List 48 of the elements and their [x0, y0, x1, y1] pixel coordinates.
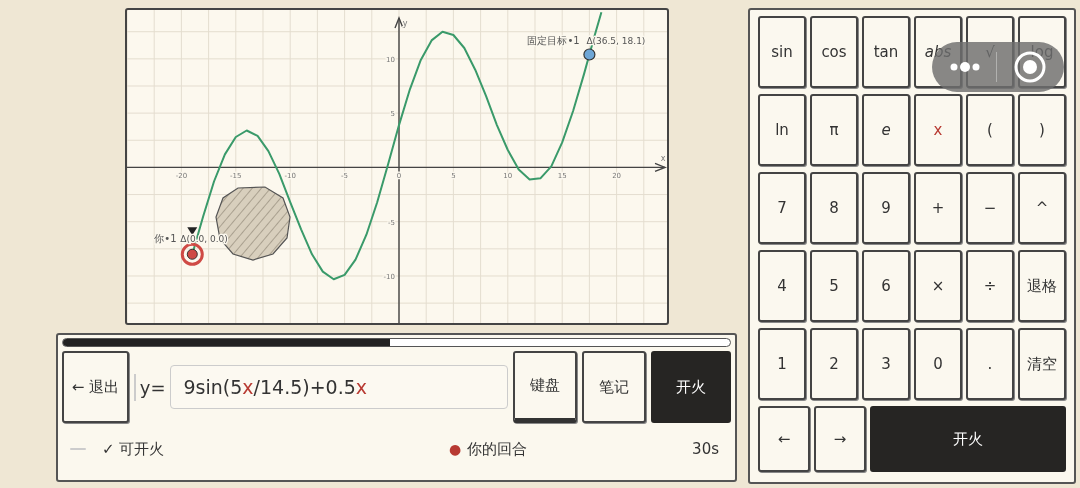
keyboard-key[interactable]: 8	[810, 172, 858, 244]
ready-status: ✓ 可开火	[102, 438, 165, 460]
keyboard-key[interactable]: 0	[914, 328, 962, 400]
tool-tab[interactable]: 键盘	[513, 351, 578, 423]
keyboard-key[interactable]: ×	[914, 250, 962, 322]
keyboard-key[interactable]: +	[914, 172, 962, 244]
keyboard-key[interactable]: π	[810, 94, 858, 166]
keyboard-key[interactable]: ln	[758, 94, 806, 166]
keyboard-key[interactable]: sin	[758, 16, 806, 88]
dash-icon	[70, 447, 86, 451]
target-marker	[582, 48, 595, 61]
axis-label: x	[660, 154, 665, 164]
keyboard-key[interactable]: 清空	[1018, 328, 1066, 400]
keyboard-key[interactable]: tan	[862, 16, 910, 88]
keyboard-key[interactable]: (	[966, 94, 1014, 166]
keyboard-key[interactable]: 4	[758, 250, 806, 322]
keyboard-key[interactable]: −	[966, 172, 1014, 244]
keyboard-key[interactable]: ÷	[966, 250, 1014, 322]
keyboard-key[interactable]: 5	[810, 250, 858, 322]
target-label: 固定目标•1	[526, 34, 580, 46]
pointer-icon	[186, 227, 197, 236]
tool-tab[interactable]: 笔记	[582, 351, 647, 423]
input-field[interactable]: 9sin(5x/14.5)+0.5x	[170, 365, 509, 409]
fire-key[interactable]: 开火	[870, 406, 1066, 472]
axis-label: y	[402, 19, 407, 28]
equation-prefix: y=	[133, 373, 166, 401]
keyboard-key[interactable]: ←	[758, 406, 810, 472]
keyboard-key[interactable]: →	[814, 406, 866, 472]
keyboard-key[interactable]: 退格	[1018, 250, 1066, 322]
keyboard-key[interactable]: 9	[862, 172, 910, 244]
turn-dot: ●	[449, 439, 462, 459]
keyboard-key[interactable]: 6	[862, 250, 910, 322]
player-label: 你•1	[153, 233, 177, 245]
keyboard-key[interactable]: 3	[862, 328, 910, 400]
keyboard-key[interactable]: e	[862, 94, 910, 166]
exit-button[interactable]: ← 退出	[62, 351, 129, 423]
turn-status: 你的回合	[467, 438, 528, 460]
keyboard-key[interactable]: cos	[810, 16, 858, 88]
keyboard-key[interactable]: .	[966, 328, 1014, 400]
player-marker	[180, 242, 204, 266]
keyboard-key[interactable]: 2	[810, 328, 858, 400]
keyboard-key[interactable]: ^	[1018, 172, 1066, 244]
keyboard-key[interactable]: 1	[758, 328, 806, 400]
keyboard-key[interactable]: )	[1018, 94, 1066, 166]
turn-timer: 30s	[692, 438, 719, 460]
keyboard-key[interactable]: 7	[758, 172, 806, 244]
fire-button[interactable]: 开火	[651, 351, 731, 423]
keyboard-key[interactable]: x	[914, 94, 962, 166]
